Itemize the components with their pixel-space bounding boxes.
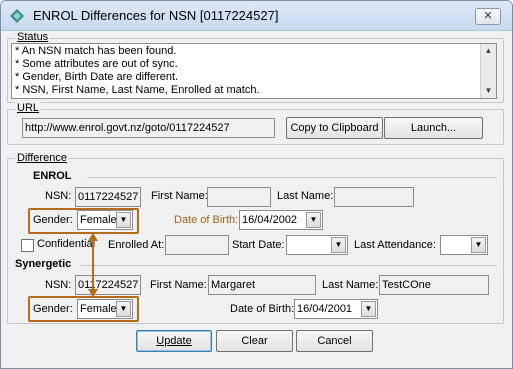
cancel-button[interactable]: Cancel (296, 330, 373, 352)
enrol-first-name-field[interactable] (207, 187, 271, 207)
status-group-label: Status (15, 31, 51, 43)
app-icon (10, 9, 24, 23)
enrol-gender-highlight (28, 208, 139, 234)
enrol-nsn-field[interactable]: 0117224527 (75, 187, 141, 207)
enrolled-at-label: Enrolled At: (108, 239, 165, 251)
status-textbox[interactable]: * An NSN match has been found. * Some at… (11, 43, 497, 99)
synergetic-first-name-label: First Name: (150, 279, 207, 291)
clear-button[interactable]: Clear (216, 330, 293, 352)
update-button-label: Update (156, 335, 192, 347)
double-arrow-icon (88, 233, 98, 297)
synergetic-dob-value: 16/04/2001 (297, 303, 353, 315)
synergetic-last-name-label: Last Name: (322, 279, 379, 291)
enrol-first-name-label: First Name: (151, 190, 208, 202)
status-line: * Gender, Birth Date are different. (15, 71, 179, 83)
window-title: ENROL Differences for NSN [0117224527] (33, 8, 279, 23)
launch-button[interactable]: Launch... (384, 117, 483, 139)
status-line: * An NSN match has been found. (15, 45, 177, 57)
enrol-dob-select[interactable]: 16/04/2002 ▼ (239, 210, 323, 230)
enrol-heading: ENROL (33, 170, 72, 182)
scroll-up-icon[interactable]: ▲ (481, 44, 496, 58)
start-date-select[interactable]: ▼ (286, 235, 348, 255)
scroll-down-icon[interactable]: ▼ (481, 84, 496, 98)
dropdown-arrow-icon[interactable]: ▼ (331, 237, 346, 253)
synergetic-gender-highlight (28, 296, 139, 322)
synergetic-last-name-field[interactable]: TestCOne (379, 275, 489, 295)
synergetic-divider (81, 265, 497, 266)
synergetic-first-name-field[interactable]: Margaret (208, 275, 316, 295)
last-attendance-select[interactable]: ▼ (440, 235, 488, 255)
synergetic-nsn-field[interactable]: 0117224527 (75, 275, 141, 295)
dropdown-arrow-icon[interactable]: ▼ (306, 212, 321, 228)
enrol-last-name-field[interactable] (334, 187, 414, 207)
dropdown-arrow-icon[interactable]: ▼ (361, 301, 376, 317)
status-line: * Some attributes are out of sync. (15, 58, 178, 70)
close-button[interactable]: ✕ (475, 8, 501, 25)
enrol-divider (87, 177, 497, 178)
url-field[interactable]: http://www.enrol.govt.nz/goto/0117224527 (22, 118, 275, 138)
enrol-last-name-label: Last Name: (277, 190, 334, 202)
synergetic-nsn-label: NSN: (45, 279, 72, 291)
dialog-window: ENROL Differences for NSN [0117224527] ✕… (0, 0, 513, 369)
synergetic-dob-label: Date of Birth: (230, 303, 295, 315)
synergetic-heading: Synergetic (15, 258, 72, 270)
enrol-nsn-label: NSN: (45, 190, 72, 202)
title-bar: ENROL Differences for NSN [0117224527] ✕ (1, 1, 512, 31)
start-date-label: Start Date: (232, 239, 285, 251)
synergetic-dob-select[interactable]: 16/04/2001 ▼ (294, 299, 378, 319)
status-line: * NSN, First Name, Last Name, Enrolled a… (15, 84, 260, 96)
update-button[interactable]: Update (136, 330, 212, 352)
copy-to-clipboard-button[interactable]: Copy to Clipboard (286, 117, 383, 139)
enrol-dob-value: 16/04/2002 (242, 214, 298, 226)
last-attendance-label: Last Attendance: (354, 239, 436, 251)
enrol-dob-label: Date of Birth: (174, 214, 239, 226)
difference-group-label: Difference (15, 152, 69, 164)
close-icon: ✕ (483, 10, 493, 22)
status-scrollbar[interactable]: ▲ ▼ (480, 44, 496, 98)
url-group-label: URL (15, 102, 42, 114)
enrolled-at-field[interactable] (165, 235, 229, 255)
dropdown-arrow-icon[interactable]: ▼ (471, 237, 486, 253)
confidential-checkbox[interactable] (21, 239, 34, 252)
